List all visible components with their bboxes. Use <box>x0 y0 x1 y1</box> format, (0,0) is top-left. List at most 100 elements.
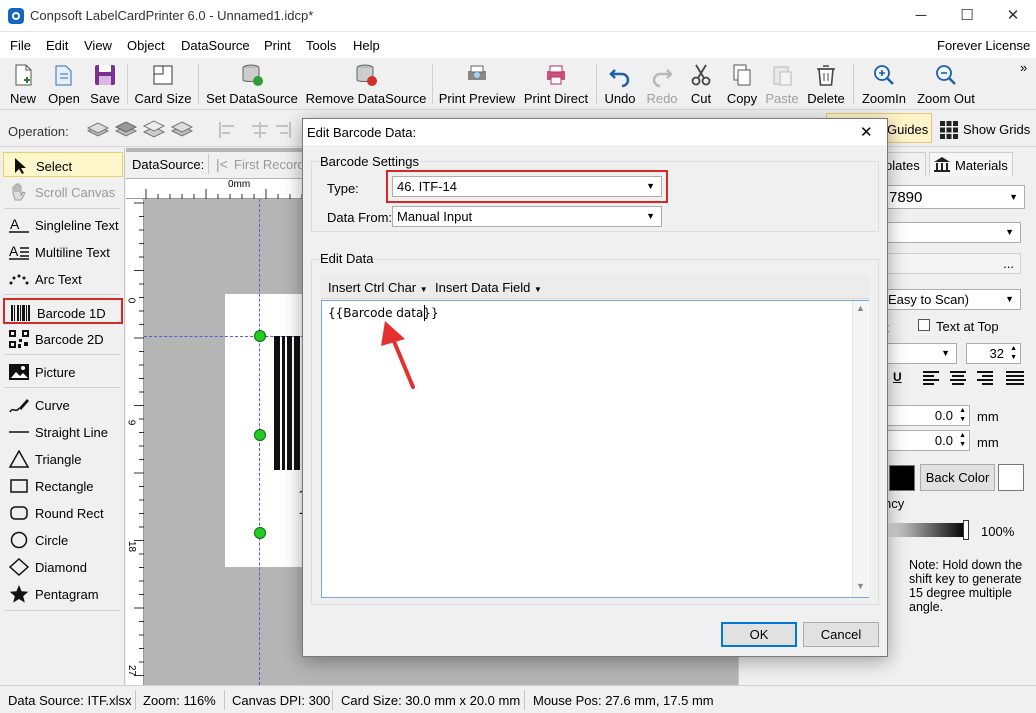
open-file-icon <box>55 65 72 86</box>
minimize-button[interactable]: ─ <box>898 0 944 32</box>
remove-datasource-button[interactable]: Remove DataSource <box>305 62 427 106</box>
menu-datasource[interactable]: DataSource <box>181 38 250 53</box>
tool-panel: Select Scroll Canvas A Singleline Text A… <box>0 148 125 685</box>
tool-straight-line[interactable]: Straight Line <box>3 419 123 444</box>
insert-data-field-button[interactable]: Insert Data Field ▼ <box>435 280 542 295</box>
status-separator <box>224 690 225 710</box>
set-datasource-button[interactable]: Set DataSource <box>205 62 299 106</box>
transparency-slider[interactable] <box>884 523 966 537</box>
property-combo[interactable]: ▼ <box>884 222 1021 243</box>
tool-barcode-2d[interactable]: Barcode 2D <box>3 326 123 351</box>
font-name-combo[interactable]: ▼ <box>884 343 957 364</box>
resize-handle[interactable] <box>254 429 266 441</box>
barcode-value-combo[interactable]: 7890 ▼ <box>884 185 1025 209</box>
tool-arc-text[interactable]: Arc Text <box>3 266 123 291</box>
tool-scroll-canvas[interactable]: Scroll Canvas <box>3 179 123 204</box>
zoom-out-button[interactable]: Zoom Out <box>914 62 978 106</box>
barcode-bars: 1 <box>274 336 316 523</box>
show-grids-toggle[interactable]: Show Grids <box>938 115 1034 143</box>
back-color-swatch[interactable] <box>998 464 1024 491</box>
database-remove-icon <box>356 64 377 86</box>
toolbar-overflow-button[interactable]: » <box>1020 60 1027 75</box>
cut-button[interactable]: Cut <box>686 62 716 106</box>
copy-button[interactable]: Copy <box>724 62 760 106</box>
menu-print[interactable]: Print <box>264 38 291 53</box>
barcode-1d-icon <box>11 305 30 321</box>
barcode-type-select[interactable]: 46. ITF-14 ▼ <box>392 176 662 197</box>
underline-button[interactable]: U <box>893 370 902 384</box>
offset-y-stepper[interactable]: 0.0 ▲ ▼ <box>884 430 970 451</box>
vertical-ruler-ticks <box>134 202 144 676</box>
trash-icon <box>817 65 835 86</box>
tool-multiline-text[interactable]: A Multiline Text <box>3 239 123 264</box>
tool-picture[interactable]: Picture <box>3 359 123 384</box>
font-size-stepper[interactable]: 32 ▲ ▼ <box>966 343 1021 364</box>
stepper-arrows-icon: ▲ ▼ <box>959 407 966 423</box>
new-button[interactable]: New <box>8 62 38 106</box>
tool-pentagram[interactable]: Pentagram <box>3 581 123 606</box>
tool-curve[interactable]: Curve <box>3 392 123 417</box>
menu-view[interactable]: View <box>84 38 112 53</box>
ok-button[interactable]: OK <box>721 622 797 647</box>
scroll-up-icon[interactable]: ▲ <box>856 303 865 313</box>
chevron-down-icon: ▼ <box>1005 227 1014 237</box>
resize-handle[interactable] <box>254 330 266 342</box>
status-bar: Data Source: ITF.xlsx Zoom: 116% Canvas … <box>0 685 1036 713</box>
tab-templates[interactable]: plates <box>884 152 926 176</box>
ruler-v-label: 18 <box>126 540 138 553</box>
barcode-element[interactable]: 1 <box>260 336 316 533</box>
menu-tools[interactable]: Tools <box>306 38 336 53</box>
text-at-top-checkbox[interactable] <box>918 319 930 331</box>
print-direct-button[interactable]: Print Direct <box>522 62 590 106</box>
menu-help[interactable]: Help <box>353 38 380 53</box>
maximize-button[interactable]: ☐ <box>944 0 990 32</box>
status-data-source: Data Source: ITF.xlsx <box>8 693 132 708</box>
menu-object[interactable]: Object <box>127 38 165 53</box>
tool-separator <box>4 294 120 295</box>
data-from-label: Data From: <box>327 210 393 225</box>
open-button[interactable]: Open <box>46 62 82 106</box>
delete-button[interactable]: Delete <box>806 62 846 106</box>
show-grids-label: Show Grids <box>963 122 1031 137</box>
menu-file[interactable]: File <box>10 38 31 53</box>
tool-singleline-text[interactable]: A Singleline Text <box>3 212 123 237</box>
dialog-close-icon[interactable]: ✕ <box>860 123 873 141</box>
tool-separator <box>4 387 120 388</box>
redo-button[interactable]: Redo <box>644 62 680 106</box>
tool-circle[interactable]: Circle <box>3 527 123 552</box>
textarea-scrollbar[interactable]: ▲ ▼ <box>852 301 869 597</box>
paste-button[interactable]: Paste <box>764 62 800 106</box>
save-button[interactable]: Save <box>90 62 120 106</box>
multiline-text-icon: A <box>9 243 29 260</box>
cancel-button[interactable]: Cancel <box>803 622 879 647</box>
back-color-button[interactable]: Back Color <box>920 464 995 491</box>
fore-color-swatch[interactable] <box>889 465 915 491</box>
scroll-down-icon[interactable]: ▼ <box>856 581 865 591</box>
tool-select[interactable]: Select <box>3 152 123 177</box>
card-size-button[interactable]: Card Size <box>134 62 192 106</box>
singleline-text-icon: A <box>9 216 29 233</box>
insert-ctrl-char-button[interactable]: Insert Ctrl Char ▼ <box>328 280 428 295</box>
tool-barcode-1d[interactable]: Barcode 1D <box>3 298 123 324</box>
undo-button[interactable]: Undo <box>602 62 638 106</box>
browse-field[interactable]: ... <box>884 253 1021 274</box>
tool-diamond[interactable]: Diamond <box>3 554 123 579</box>
tool-rectangle[interactable]: Rectangle <box>3 473 123 498</box>
datasource-separator <box>208 154 209 174</box>
offset-x-stepper[interactable]: 0.0 ▲ ▼ <box>884 405 970 426</box>
first-record-button[interactable]: First Record <box>234 157 305 172</box>
data-from-select[interactable]: Manual Input ▼ <box>392 206 662 227</box>
tool-triangle[interactable]: Triangle <box>3 446 123 471</box>
menu-edit[interactable]: Edit <box>46 38 68 53</box>
zoom-in-button[interactable]: ZoomIn <box>859 62 909 106</box>
transparency-slider-thumb[interactable] <box>963 520 969 540</box>
tool-round-rect[interactable]: Round Rect <box>3 500 123 525</box>
status-separator <box>135 690 136 710</box>
text-mode-combo[interactable]: Easy to Scan) ▼ <box>884 289 1021 310</box>
resize-handle[interactable] <box>254 527 266 539</box>
tab-materials[interactable]: Materials <box>929 152 1013 176</box>
close-window-button[interactable]: ✕ <box>990 0 1036 32</box>
text-align-icons[interactable] <box>922 370 1026 386</box>
museum-icon <box>934 157 950 172</box>
print-preview-button[interactable]: Print Preview <box>438 62 516 106</box>
